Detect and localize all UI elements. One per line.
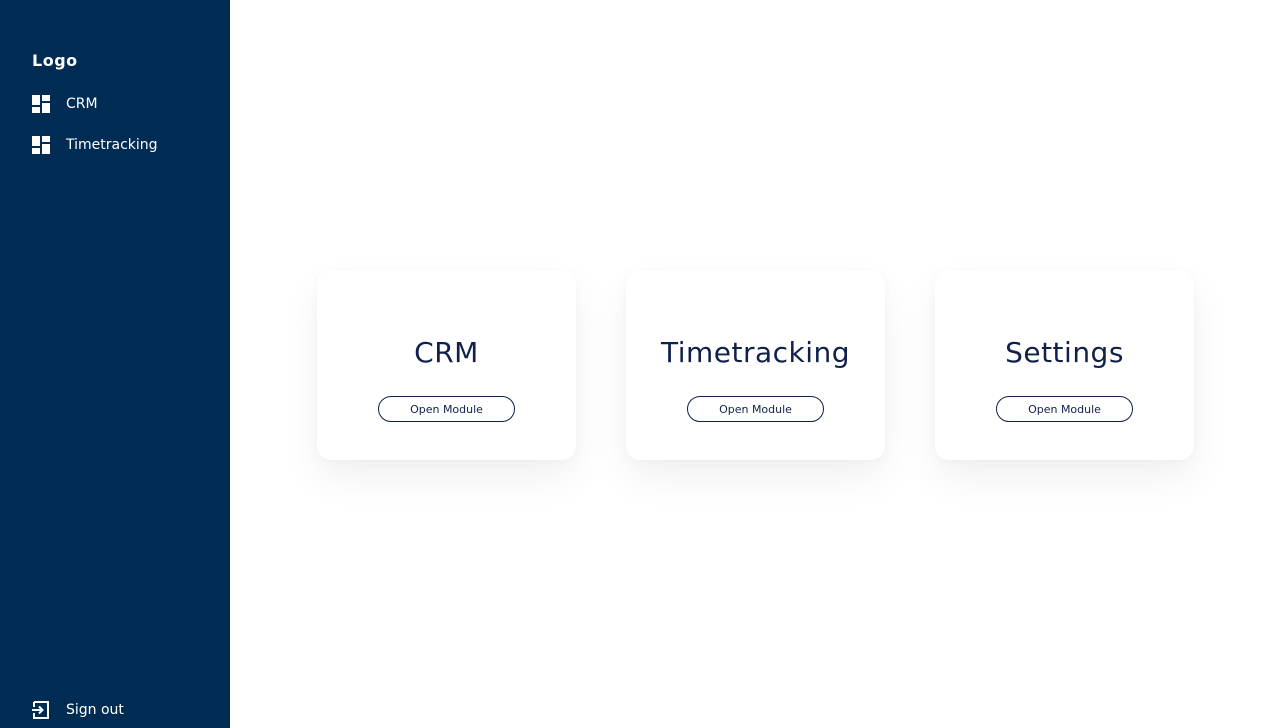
module-card-title: CRM [414,336,479,369]
module-card-title: Settings [1005,336,1124,369]
sidebar-item-label: CRM [66,96,98,112]
sidebar-item-crm[interactable]: CRM [32,94,98,114]
module-card-crm: CRM Open Module [317,270,576,460]
open-module-button[interactable]: Open Module [996,396,1133,422]
main-content: CRM Open Module Timetracking Open Module… [230,0,1280,728]
sign-out-label: Sign out [66,702,124,718]
sidebar-item-timetracking[interactable]: Timetracking [32,135,158,155]
app-root: Logo CRM Timetracking Sign out CRM Open … [0,0,1280,728]
dashboard-icon [32,95,50,113]
open-module-button[interactable]: Open Module [378,396,515,422]
module-card-timetracking: Timetracking Open Module [626,270,885,460]
dashboard-icon [32,136,50,154]
sidebar-item-label: Timetracking [66,137,158,153]
module-card-title: Timetracking [660,336,851,369]
logo: Logo [32,51,78,70]
sidebar: Logo CRM Timetracking Sign out [0,0,230,728]
module-card-settings: Settings Open Module [935,270,1194,460]
open-module-button[interactable]: Open Module [687,396,824,422]
sign-out-button[interactable]: Sign out [32,700,124,720]
sign-out-icon [32,701,50,719]
